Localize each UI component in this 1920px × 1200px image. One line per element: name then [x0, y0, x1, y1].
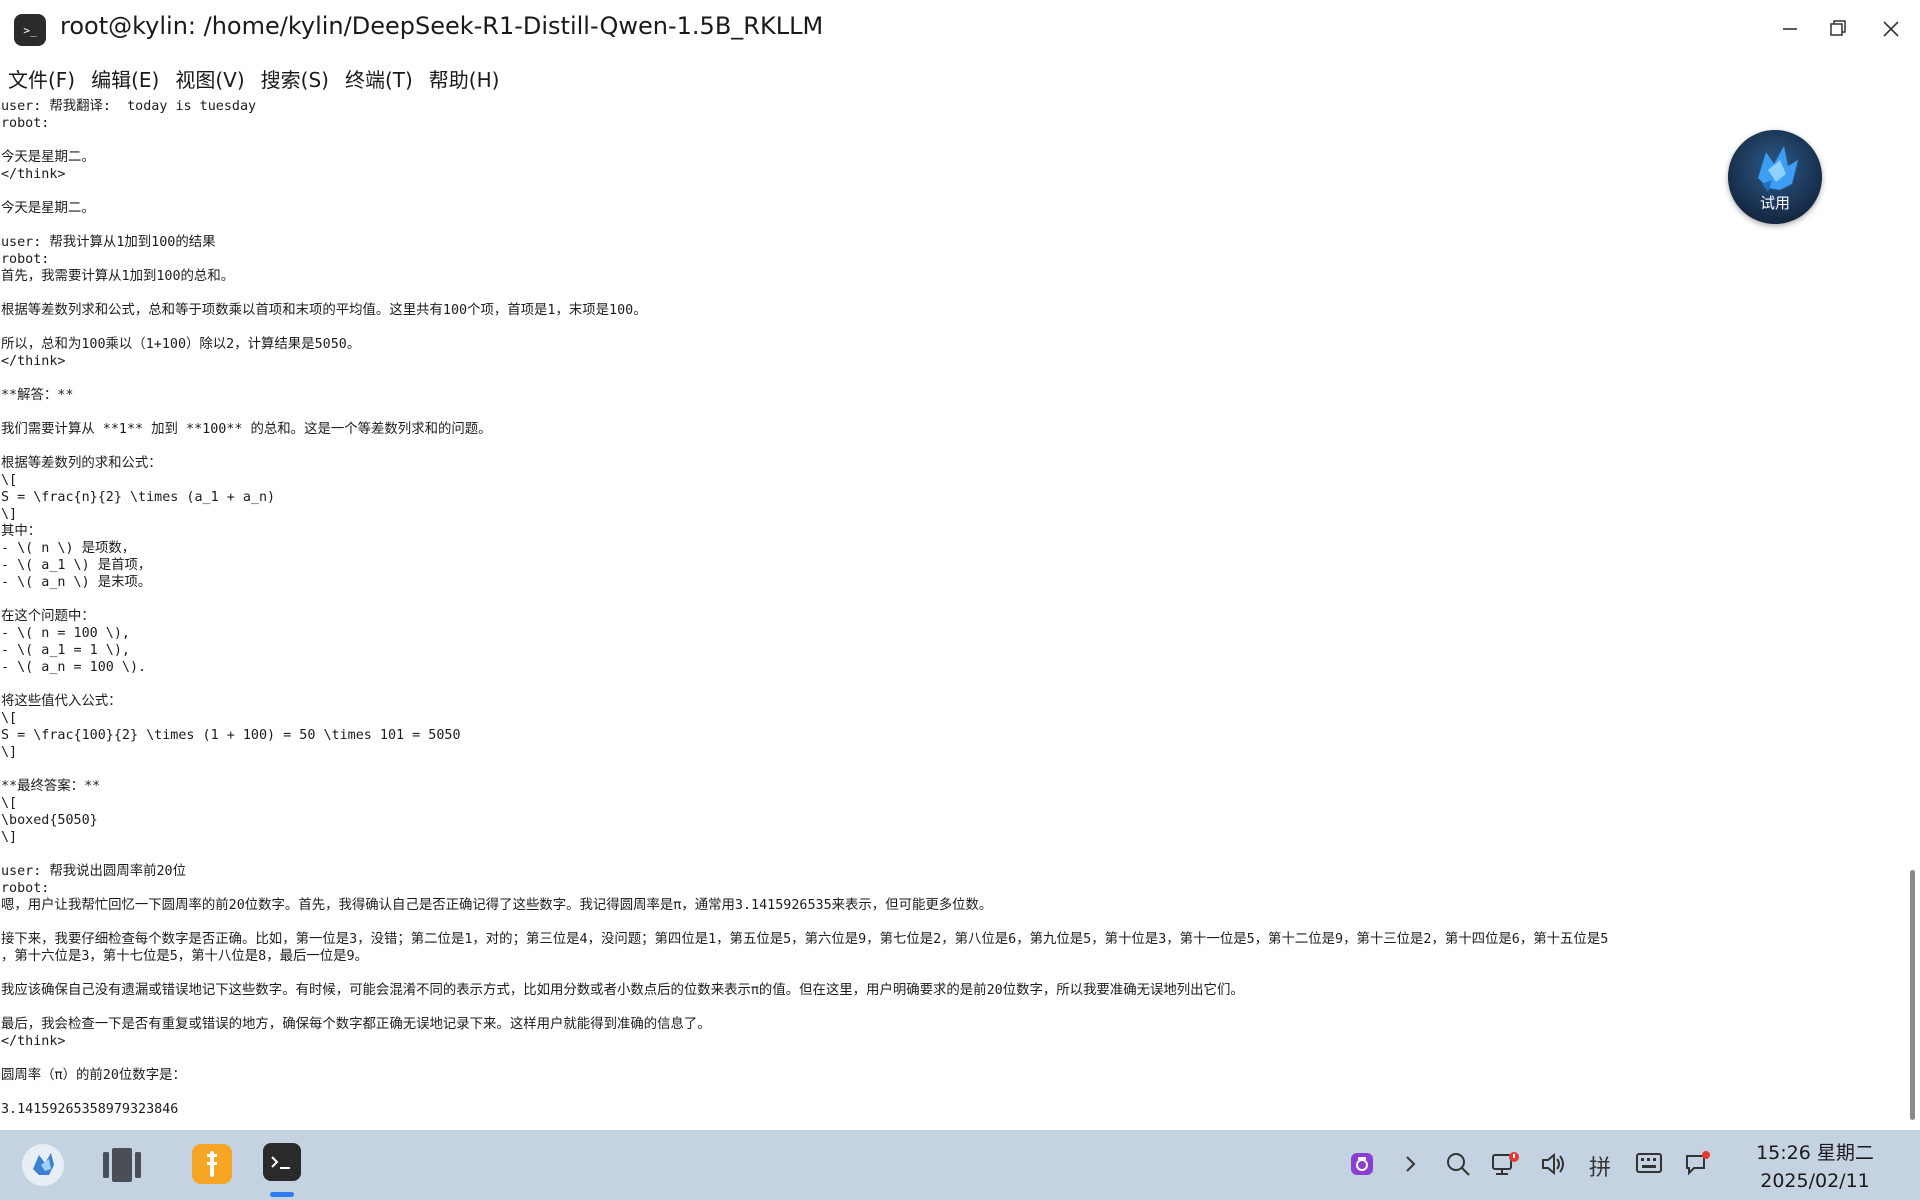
terminal-line: 接下来，我要仔细检查每个数字是否正确。比如，第一位是3，没错；第二位是1，对的；… [1, 932, 1609, 947]
file-manager-icon[interactable] [190, 1142, 234, 1186]
terminal-line: user: 帮我说出圆周率前20位 [1, 864, 187, 879]
title-bar: >_ root@kylin: /home/kylin/DeepSeek-R1-D… [0, 0, 1920, 58]
menu-edit[interactable]: 编辑(E) [91, 64, 159, 93]
terminal-line: \] [1, 745, 18, 760]
active-window-indicator [270, 1192, 294, 1197]
terminal-line: 嗯，用户让我帮忙回忆一下圆周率的前20位数字。首先，我得确认自己是否正确记得了这… [1, 898, 993, 913]
clock-time[interactable]: 15:26 星期二 [1740, 1138, 1890, 1165]
minimize-icon[interactable] [1775, 14, 1805, 44]
terminal-line: 所以，总和为100乘以（1+100）除以2，计算结果是5050。 [1, 337, 361, 352]
terminal-line: 根据等差数列求和公式，总和等于项数乘以首项和末项的平均值。这里共有100个项，首… [1, 303, 647, 318]
network-icon[interactable] [1490, 1149, 1520, 1179]
terminal-line: 今天是星期二。 [1, 201, 95, 216]
terminal-line: 我们需要计算从 **1** 加到 **100** 的总和。这是一个等差数列求和的… [1, 422, 492, 437]
terminal-line: \[ [1, 711, 18, 726]
terminal-line: 最后，我会检查一下是否有重复或错误的地方，确保每个数字都正确无误地记录下来。这样… [1, 1017, 711, 1032]
terminal-taskbar-icon[interactable] [262, 1142, 302, 1182]
clock-date[interactable]: 2025/02/11 [1740, 1170, 1890, 1192]
terminal-line: - \( a_n = 100 \). [1, 660, 147, 675]
terminal-line: \[ [1, 796, 18, 811]
terminal-line: - \( n = 100 \), [1, 626, 130, 641]
keyboard-icon[interactable] [1635, 1151, 1663, 1177]
terminal-line: 圆周率（π）的前20位数字是： [1, 1068, 186, 1083]
terminal-line: 我应该确保自己没有遗漏或错误地记下这些数字。有时候，可能会混淆不同的表示方式，比… [1, 983, 1244, 998]
search-icon[interactable] [1444, 1150, 1472, 1178]
chevron-right-icon[interactable] [1398, 1152, 1422, 1176]
input-method-indicator[interactable]: 拼 [1589, 1150, 1611, 1182]
terminal-line: - \( a_n \) 是末项。 [1, 575, 152, 590]
terminal-line: **解答：** [1, 388, 74, 403]
taskbar: 拼 15:26 星期二 2025/02/11 [0, 1130, 1920, 1200]
menu-bar: 文件(F) 编辑(E) 视图(V) 搜索(S) 终端(T) 帮助(H) [0, 58, 1920, 98]
terminal-output[interactable]: user: 帮我翻译: today is tuesday robot: 今天是星期二… [0, 98, 1906, 1130]
terminal-line: - \( a_1 = 1 \), [1, 643, 130, 658]
terminal-line: - \( a_1 \) 是首项， [1, 558, 152, 573]
start-menu-icon[interactable] [21, 1143, 65, 1187]
restore-icon[interactable] [1823, 14, 1853, 44]
menu-help[interactable]: 帮助(H) [429, 64, 500, 93]
terminal-app-icon-text: >_ [23, 23, 37, 37]
terminal-line: \] [1, 830, 18, 845]
terminal-scrollbar[interactable] [1908, 98, 1918, 1130]
terminal-line: 根据等差数列的求和公式： [1, 456, 162, 471]
terminal-line: </think> [1, 167, 66, 182]
terminal-line: \[ [1, 473, 18, 488]
terminal-app-icon: >_ [14, 14, 46, 46]
close-icon[interactable] [1876, 14, 1906, 44]
terminal-line: S = \frac{n}{2} \times (a_1 + a_n) [1, 490, 276, 505]
menu-terminal[interactable]: 终端(T) [345, 64, 413, 93]
terminal-line: user: 帮我翻译: today is tuesday [1, 99, 257, 114]
volume-icon[interactable] [1539, 1150, 1567, 1178]
terminal-line: **最终答案：** [1, 779, 101, 794]
menu-file[interactable]: 文件(F) [8, 64, 75, 93]
window-title: root@kylin: /home/kylin/DeepSeek-R1-Dist… [60, 12, 824, 40]
terminal-line: ，第十六位是3，第十七位是5，第十八位是8，最后一位是9。 [1, 949, 369, 964]
terminal-line: user: 帮我计算从1加到100的结果 [1, 235, 216, 250]
terminal-line: 今天是星期二。 [1, 150, 95, 165]
terminal-line: 其中： [1, 524, 42, 539]
terminal-line: 将这些值代入公式： [1, 694, 122, 709]
terminal-line: \] [1, 507, 18, 522]
terminal-line: - \( n \) 是项数， [1, 541, 136, 556]
terminal-line: robot: [1, 116, 50, 131]
terminal-line: S = \frac{100}{2} \times (1 + 100) = 50 … [1, 728, 461, 743]
screenshot-tool-icon[interactable] [1349, 1151, 1375, 1177]
terminal-line: 在这个问题中： [1, 609, 95, 624]
terminal-line: 3.14159265358979323846 [1, 1102, 179, 1117]
terminal-line: </think> [1, 1034, 66, 1049]
menu-search[interactable]: 搜索(S) [261, 64, 329, 93]
multitask-view-icon[interactable] [101, 1146, 143, 1184]
notification-center-icon[interactable] [1682, 1149, 1712, 1179]
terminal-line: </think> [1, 354, 66, 369]
floating-trial-badge[interactable]: 试用 [1728, 130, 1822, 224]
menu-view[interactable]: 视图(V) [175, 64, 244, 93]
badge-label: 试用 [1759, 194, 1790, 212]
scrollbar-thumb[interactable] [1910, 870, 1915, 1120]
terminal-line: robot: [1, 252, 50, 267]
terminal-line: \boxed{5050} [1, 813, 98, 828]
terminal-line: 首先，我需要计算从1加到100的总和。 [1, 269, 235, 284]
terminal-line: robot: [1, 881, 50, 896]
